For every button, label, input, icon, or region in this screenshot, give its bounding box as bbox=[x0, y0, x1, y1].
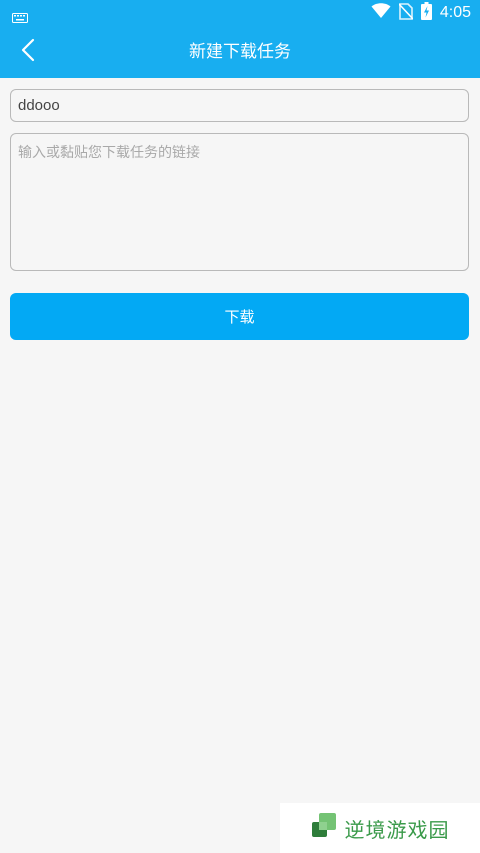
download-button[interactable]: 下载 bbox=[10, 293, 469, 340]
status-icons: 4:05 bbox=[371, 2, 471, 24]
watermark-text: 逆境游戏园 bbox=[344, 817, 450, 842]
status-time: 4:05 bbox=[439, 4, 471, 21]
download-url-textarea[interactable] bbox=[10, 133, 469, 271]
page-title: 新建下载任务 bbox=[189, 42, 291, 62]
watermark-logo-icon bbox=[311, 813, 337, 843]
app-bar: 新建下载任务 bbox=[0, 26, 480, 78]
no-sim-icon bbox=[398, 2, 414, 24]
watermark: 逆境游戏园 bbox=[280, 803, 480, 853]
status-bar: 4:05 bbox=[0, 0, 480, 26]
screen: 4:05 新建下载任务 下载 逆境游戏园 bbox=[0, 0, 480, 853]
wifi-icon bbox=[371, 3, 391, 23]
keyboard-icon bbox=[12, 8, 28, 23]
task-name-input[interactable] bbox=[10, 89, 469, 122]
battery-charging-icon bbox=[420, 2, 432, 24]
